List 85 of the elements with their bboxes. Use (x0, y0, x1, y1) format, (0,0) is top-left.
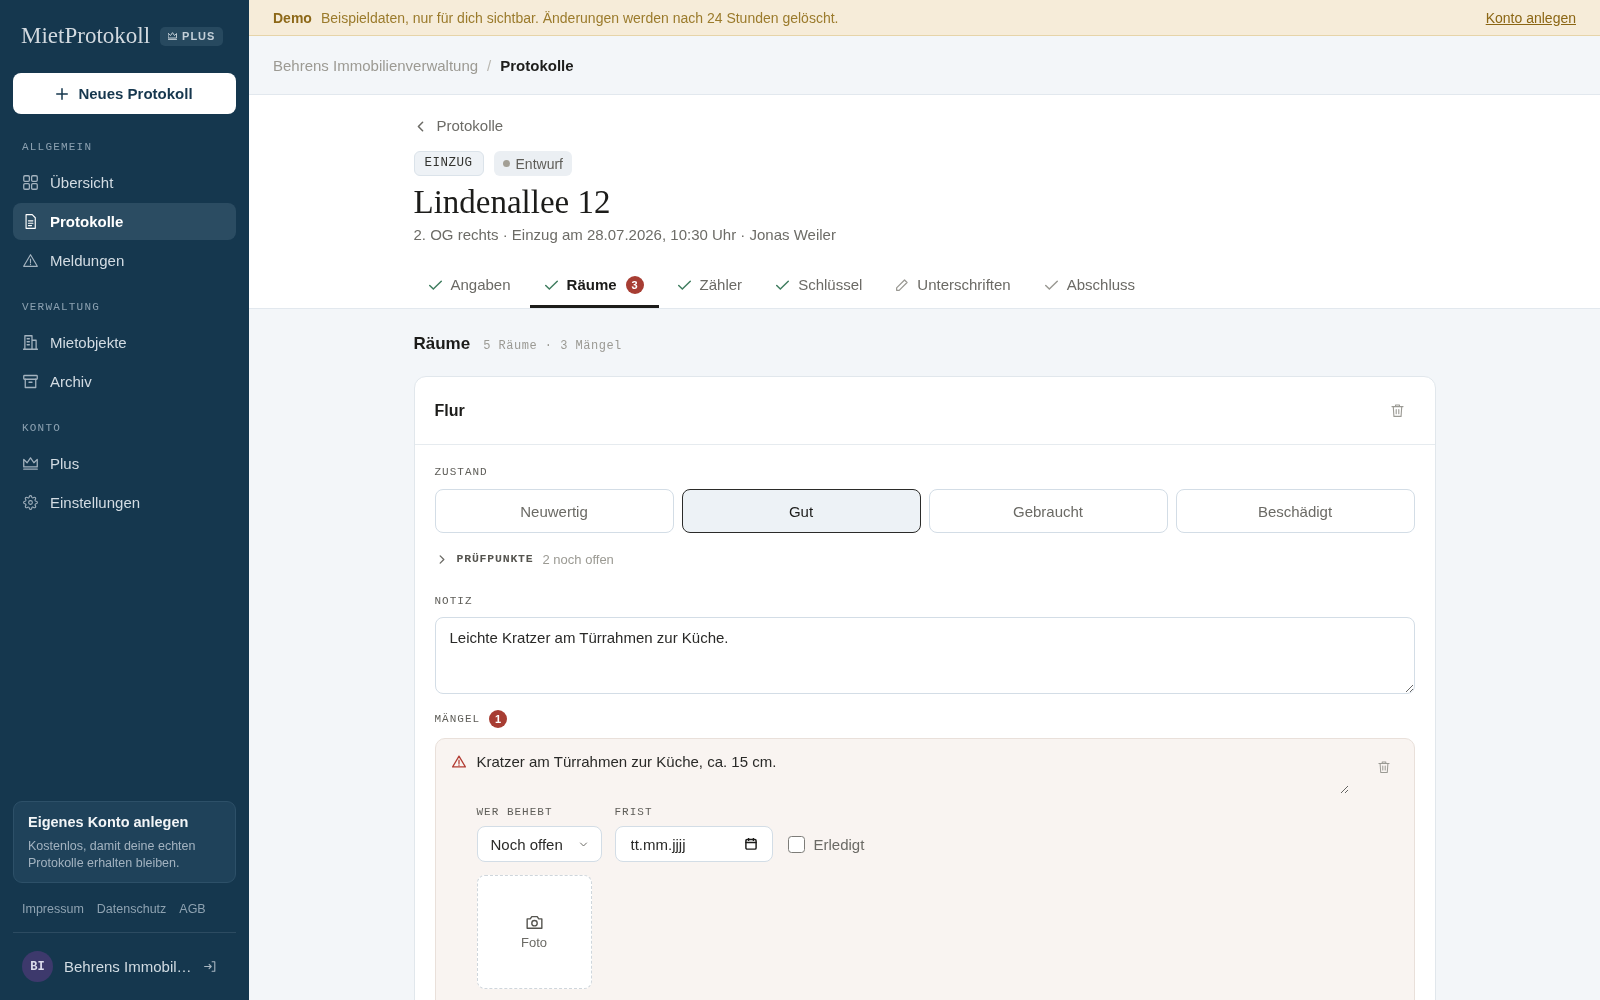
condition-option[interactable]: Beschädigt (1175, 489, 1415, 533)
plus-icon (56, 87, 69, 100)
nav-item[interactable]: Einstellungen (13, 484, 236, 521)
crown-icon (23, 456, 38, 471)
signup-card-title: Eigenes Konto anlegen (28, 813, 190, 832)
create-account-link[interactable]: Konto anlegen (1485, 9, 1576, 26)
breadcrumb-separator: / (487, 56, 492, 74)
account-name: Behrens Immobil… (64, 958, 192, 975)
room-name: Flur (434, 401, 465, 420)
breadcrumb-current: Protokolle (500, 56, 574, 74)
trash-icon[interactable] (1377, 760, 1390, 774)
user-avatar: BI (22, 951, 53, 982)
nav-item[interactable]: Übersicht (13, 164, 236, 201)
check-icon (544, 279, 558, 291)
section-title: Räume (413, 333, 471, 355)
nav-section-heading: VERWALTUNG (21, 300, 101, 315)
footer-link[interactable]: AGB (179, 901, 206, 917)
section-summary: 5 Räume · 3 Mängel (483, 338, 622, 355)
chevron-right-icon (438, 554, 445, 564)
tab[interactable]: Schlüssel (761, 263, 878, 308)
nav-item[interactable]: Archiv (13, 363, 236, 400)
status-label: Entwurf (515, 155, 563, 172)
field-label: MÄNGEL (434, 712, 481, 726)
nav-item[interactable]: Plus (13, 445, 236, 482)
status-dot-icon (502, 160, 510, 167)
warning-icon (23, 253, 38, 268)
tab[interactable]: Räume 3 (529, 263, 659, 308)
check-icon (776, 279, 790, 291)
page-title: Lindenallee 12 (413, 183, 611, 222)
count-badge: 3 (625, 276, 644, 294)
check-icon (677, 279, 691, 291)
nav-item[interactable]: Mietobjekte (13, 324, 236, 361)
condition-option[interactable]: Gut (681, 489, 921, 533)
crown-icon (168, 32, 178, 40)
field-label: ZUSTAND (434, 465, 489, 479)
warning-icon (451, 755, 466, 768)
tab[interactable]: Abschluss (1029, 263, 1151, 308)
page-subtitle: 2. OG rechts · Einzug am 28.07.2026, 10:30 Uhr · Jonas Weiler (413, 225, 836, 245)
nav-section-heading: KONTO (21, 421, 62, 436)
count-badge: 1 (489, 710, 508, 728)
date-field[interactable]: tt.mm.jjjj (614, 826, 773, 862)
footer-link[interactable]: Impressum (22, 901, 84, 917)
photo-upload-button[interactable]: Foto (476, 875, 592, 989)
chevron-down-icon (578, 841, 588, 847)
check-icon (1044, 279, 1058, 291)
demo-message: Beispieldaten, nur für dich sichtbar. Änderungen werden nach 24 Stunden gelöscht. (320, 9, 839, 26)
checklist-hint: 2 noch offen (542, 551, 614, 567)
building-icon (23, 335, 38, 350)
pencil-icon (896, 279, 909, 291)
back-link[interactable]: Protokolle (413, 116, 504, 136)
trash-icon[interactable] (1390, 403, 1404, 418)
camera-icon (525, 914, 543, 929)
nav-section-heading: ALLGEMEIN (21, 140, 94, 155)
defect-description-field[interactable]: Kratzer am Türrahmen zur Küche, ca. 15 cm. (476, 752, 1349, 794)
tab[interactable]: Angaben (413, 263, 526, 308)
field-label: NOTIZ (434, 594, 474, 608)
field-label: WER BEHEBT (476, 805, 554, 819)
calendar-icon[interactable] (744, 838, 757, 850)
tab[interactable]: Zähler (662, 263, 758, 308)
gear-icon (23, 495, 38, 510)
check-icon (428, 279, 442, 291)
demo-label: Demo (273, 9, 312, 26)
checkbox-label[interactable]: Erledigt (813, 835, 865, 853)
note-field[interactable]: Leichte Kratzer am Türrahmen zur Küche. (434, 617, 1415, 694)
chevron-left-icon (416, 120, 424, 132)
footer-link[interactable]: Datenschutz (96, 901, 167, 917)
condition-option[interactable]: Gebraucht (928, 489, 1168, 533)
signup-card-text: Kostenlos, damit deine echten Protokolle erhalten bleiben. (28, 838, 197, 872)
done-checkbox[interactable] (787, 835, 805, 853)
checklist-toggle[interactable]: PRÜFPUNKTE (434, 550, 534, 568)
type-badge: EINZUG (413, 151, 484, 176)
archive-icon (23, 374, 38, 389)
document-icon (23, 214, 38, 229)
nav-item[interactable]: Protokolle (13, 203, 236, 240)
signup-card[interactable]: Eigenes Konto anlegen Kostenlos, damit deine echten Protokolle erhalten bleiben. (13, 801, 236, 883)
plan-label: PLUS (182, 28, 216, 44)
assignee-select[interactable]: Noch offen (476, 826, 602, 862)
new-protocol-button[interactable]: Neues Protokoll (13, 73, 236, 114)
nav-item[interactable]: Meldungen (13, 242, 236, 279)
condition-option[interactable]: Neuwertig (434, 489, 674, 533)
grid-icon (23, 175, 38, 190)
field-label: FRIST (614, 805, 654, 819)
tab[interactable]: Unterschriften (881, 263, 1026, 308)
app-logo: MietProtokoll (21, 22, 151, 50)
logout-icon[interactable] (204, 961, 216, 972)
